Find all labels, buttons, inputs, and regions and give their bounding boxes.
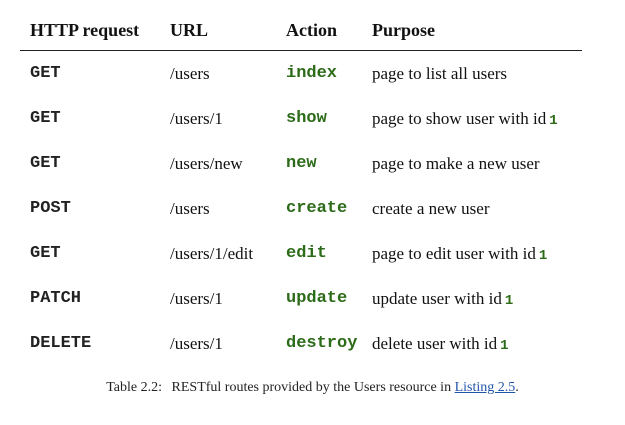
row-url: /users/1/edit [170,243,254,263]
row-action: edit [286,244,327,263]
row-url: /users/1 [170,333,223,353]
row-purpose: page to edit user with id 1 [372,231,582,276]
header-purpose: Purpose [372,13,582,51]
purpose-text: update user with id [372,288,502,308]
row-url: /users [170,63,210,83]
row-url: /users [170,198,210,218]
table-body: GET /users index page to list all users … [20,51,582,367]
row-action: update [286,289,348,308]
user-id-code: 1 [549,112,558,129]
row-purpose: create a new user [372,186,582,231]
caption-label: Table 2.2: [106,380,163,395]
caption-text: RESTful routes provided by the Users res… [171,380,452,395]
purpose-text: create a new user [372,198,490,218]
row-url: /users/1 [170,108,223,128]
table-row: DELETE /users/1 destroy delete user with… [20,321,582,366]
row-method: PATCH [30,289,82,308]
row-purpose: delete user with id 1 [372,321,582,366]
user-id-code: 1 [538,247,548,264]
table-row: GET /users/new new page to make a new us… [20,141,582,186]
row-action: show [286,109,327,128]
table-row: GET /users index page to list all users [20,51,582,97]
row-method: GET [30,64,61,83]
purpose-text: page to edit user with id [372,243,536,263]
header-action: Action [286,13,372,51]
row-purpose: page to show user with id 1 [372,96,582,141]
row-method: DELETE [30,334,92,353]
row-url: /users/1 [170,288,223,308]
table-row: GET /users/1/edit edit page to edit user… [20,231,582,276]
user-id-code: 1 [500,337,509,354]
header-url: URL [170,13,286,51]
header-row: HTTP request URL Action Purpose [20,13,582,51]
table-header: HTTP request URL Action Purpose [20,13,582,51]
header-http-request: HTTP request [20,13,170,51]
row-method: POST [30,199,71,218]
purpose-text: page to show user with id [372,108,547,128]
table-row: POST /users create create a new user [20,186,582,231]
row-purpose: page to list all users [372,51,582,97]
row-method: GET [30,109,61,128]
table-row: GET /users/1 show page to show user with… [20,96,582,141]
row-action: create [286,199,348,218]
routes-table: HTTP request URL Action Purpose GET /use… [20,13,582,366]
row-url: /users/new [170,153,243,173]
row-purpose: page to make a new user [372,141,582,186]
table-caption: Table 2.2: RESTful routes provided by th… [0,380,625,396]
user-id-code: 1 [504,292,514,309]
row-purpose: update user with id 1 [372,276,582,321]
row-action: destroy [286,334,358,353]
listing-link[interactable]: Listing 2.5 [455,380,516,395]
row-method: GET [30,244,61,263]
purpose-text: delete user with id [372,333,498,353]
row-method: GET [30,154,61,173]
row-action: new [286,154,317,173]
table-row: PATCH /users/1 update update user with i… [20,276,582,321]
purpose-text: page to make a new user [372,153,540,173]
purpose-text: page to list all users [372,63,508,83]
row-action: index [286,64,338,83]
caption-end: . [515,380,519,395]
